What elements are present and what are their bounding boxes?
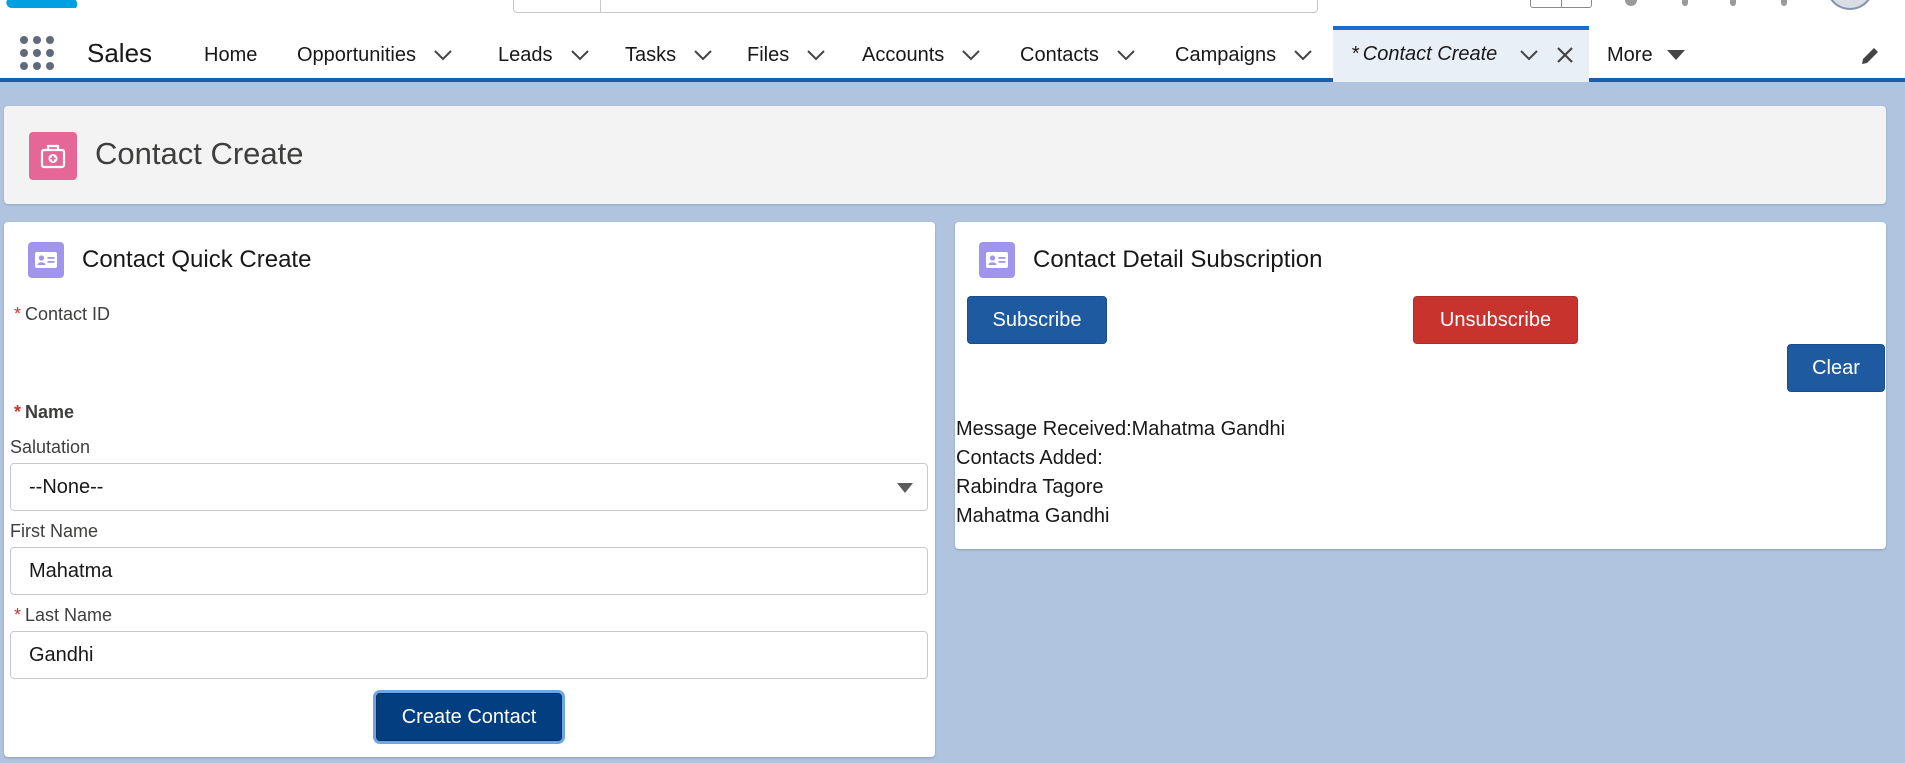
contact-list-item: Rabindra Tagore xyxy=(956,476,1104,498)
chevron-down-icon[interactable] xyxy=(1292,44,1314,66)
contact-id-label: * Contact ID xyxy=(14,304,111,324)
card-title: Contact Quick Create xyxy=(82,246,312,273)
chevron-down-icon[interactable] xyxy=(692,44,714,66)
caret-down-icon xyxy=(897,483,913,493)
chevron-down-icon[interactable] xyxy=(960,44,982,66)
contact-card-icon xyxy=(28,242,64,278)
global-actions-icon[interactable] xyxy=(1625,0,1637,6)
help-icon[interactable] xyxy=(1730,0,1736,6)
nav-item-accounts[interactable]: Accounts xyxy=(862,28,982,82)
nav-item-label: Accounts xyxy=(862,43,945,66)
contact-list-item: Mahatma Gandhi xyxy=(956,505,1110,527)
nav-item-contacts[interactable]: Contacts xyxy=(1020,28,1137,82)
salutation-select[interactable]: --None-- xyxy=(10,463,928,511)
nav-item-label: Campaigns xyxy=(1175,43,1277,66)
chevron-down-icon[interactable] xyxy=(1518,44,1540,66)
contact-card-icon xyxy=(979,242,1015,278)
nav-item-tasks[interactable]: Tasks xyxy=(625,28,714,82)
chevron-down-icon[interactable] xyxy=(569,44,591,66)
unsubscribe-button[interactable]: Unsubscribe xyxy=(1413,296,1578,344)
page-title: Contact Create xyxy=(95,136,304,171)
clear-button[interactable]: Clear xyxy=(1787,344,1885,392)
salutation-value: --None-- xyxy=(29,476,104,498)
app-name: Sales xyxy=(87,38,153,68)
pencil-edit-icon[interactable] xyxy=(1858,44,1882,68)
contact-quick-create-card: Contact Quick Create * Contact ID * Name S… xyxy=(4,222,935,757)
nav-item-opportunities[interactable]: Opportunities xyxy=(297,28,454,82)
create-contact-button[interactable]: Create Contact xyxy=(376,693,562,741)
active-tab-label: * Contact Create xyxy=(1351,43,1498,65)
guidance-icon[interactable] xyxy=(1682,0,1688,6)
nav-item-files[interactable]: Files xyxy=(747,28,827,82)
search-scope-divider xyxy=(600,0,601,12)
nav-item-label: Tasks xyxy=(625,43,677,66)
first-aid-kit-icon xyxy=(29,132,77,180)
chevron-down-icon[interactable] xyxy=(805,44,827,66)
first-name-field[interactable]: Mahatma xyxy=(10,547,928,595)
nav-item-label: Home xyxy=(204,43,258,66)
last-name-label: * Last Name xyxy=(14,605,113,625)
salutation-label: Salutation xyxy=(10,437,91,457)
nav-more-label: More xyxy=(1607,43,1653,66)
tab-contact-create[interactable]: * Contact Create xyxy=(1333,26,1589,82)
nav-more-menu[interactable]: More xyxy=(1607,28,1685,82)
global-search-input[interactable] xyxy=(513,0,1318,13)
nav-item-label: Leads xyxy=(498,43,553,66)
nav-item-leads[interactable]: Leads xyxy=(498,28,591,82)
subscribe-button[interactable]: Subscribe xyxy=(967,296,1107,344)
required-marker: * xyxy=(14,402,22,422)
message-received-text: Message Received:Mahatma Gandhi xyxy=(956,418,1286,440)
app-navigation-bar: Sales Home Opportunities Leads Tasks Fil… xyxy=(0,14,1905,82)
notifications-icon[interactable] xyxy=(1781,0,1787,6)
favorites-button-group[interactable] xyxy=(1530,0,1592,8)
chevron-down-icon[interactable] xyxy=(432,44,454,66)
close-icon[interactable] xyxy=(1553,43,1577,67)
first-name-label: First Name xyxy=(10,521,99,541)
utility-bar xyxy=(0,0,1905,14)
nav-item-home[interactable]: Home xyxy=(204,28,257,82)
contacts-added-label: Contacts Added: xyxy=(956,447,1103,469)
caret-down-icon xyxy=(1666,50,1685,60)
first-name-value: Mahatma xyxy=(29,560,113,582)
page-header: Contact Create xyxy=(4,106,1886,204)
nav-item-label: Contacts xyxy=(1020,43,1099,66)
required-marker: * xyxy=(14,304,22,324)
chevron-down-icon[interactable] xyxy=(1115,44,1137,66)
nav-item-label: Opportunities xyxy=(297,43,416,66)
nav-item-label: Files xyxy=(747,43,790,66)
app-launcher-icon[interactable] xyxy=(20,36,54,70)
last-name-field[interactable]: Gandhi xyxy=(10,631,928,679)
last-name-value: Gandhi xyxy=(29,644,94,666)
name-label: * Name xyxy=(14,402,75,422)
user-avatar[interactable] xyxy=(1826,0,1874,10)
contact-detail-subscription-card: Contact Detail Subscription Subscribe Un… xyxy=(955,222,1886,549)
required-marker: * xyxy=(14,605,22,625)
card-title: Contact Detail Subscription xyxy=(1033,246,1323,273)
nav-item-campaigns[interactable]: Campaigns xyxy=(1175,28,1314,82)
